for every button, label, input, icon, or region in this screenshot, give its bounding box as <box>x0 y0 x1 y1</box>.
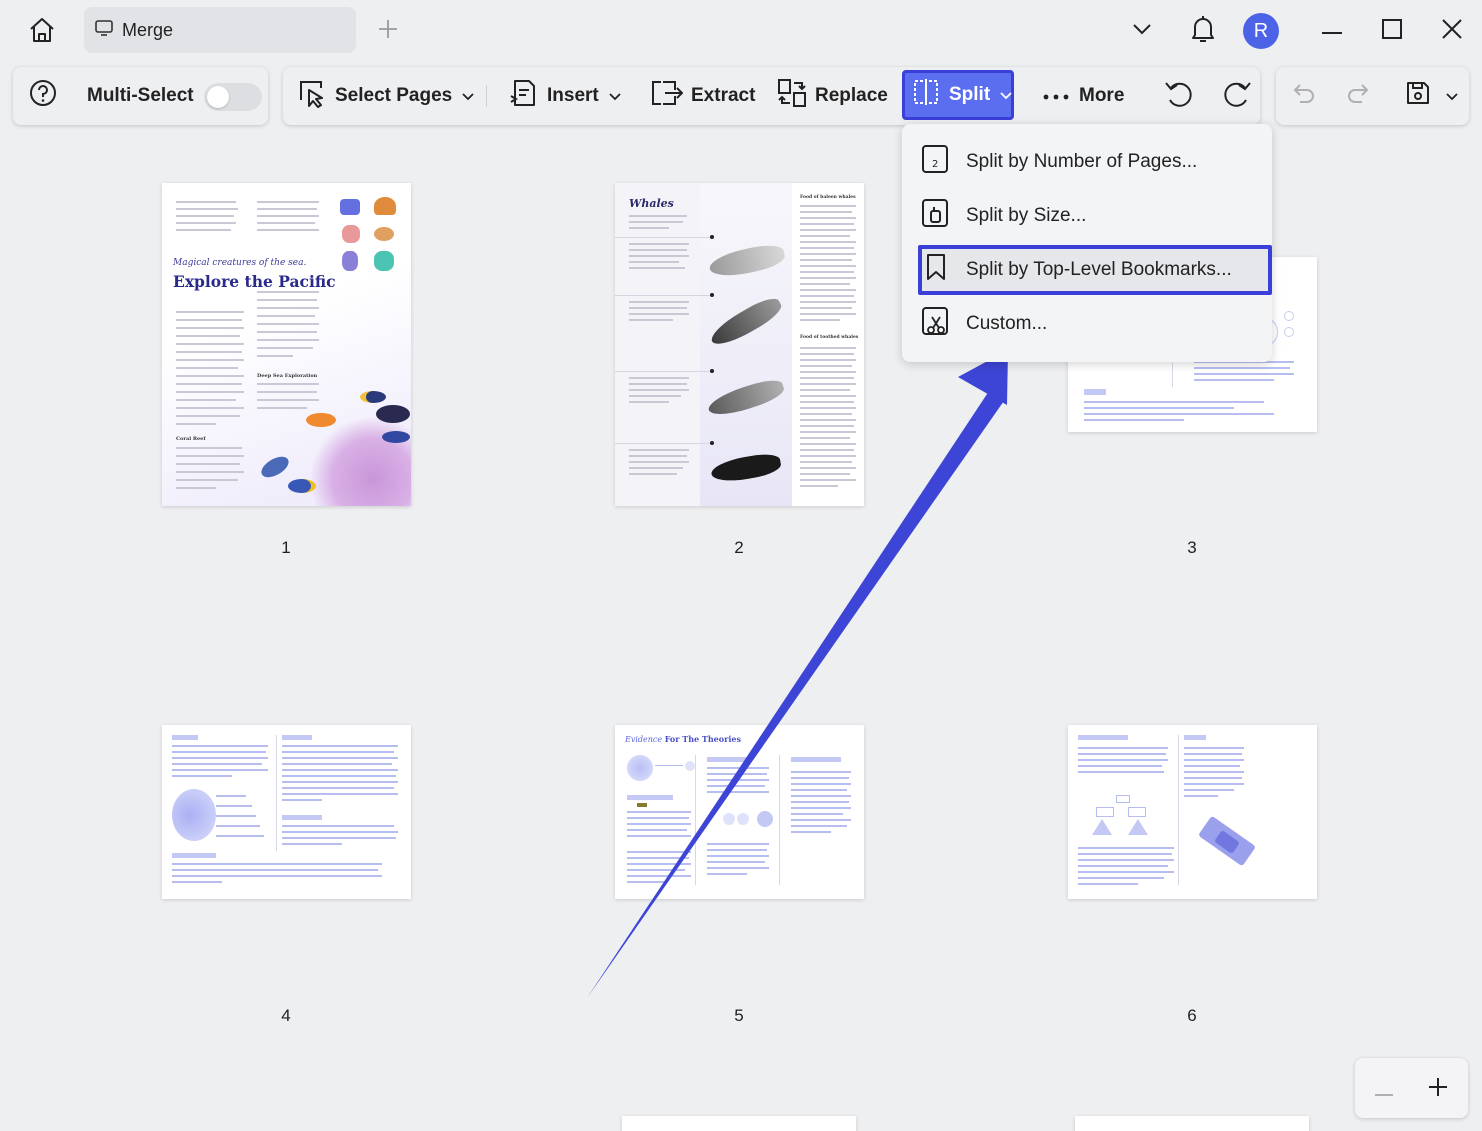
arrow-shaft <box>587 385 1006 998</box>
menu-item-label: Split by Top-Level Bookmarks... <box>966 259 1232 280</box>
zoom-controls <box>1355 1058 1468 1118</box>
minus-icon <box>1374 1071 1394 1105</box>
scissors-icon <box>920 305 950 343</box>
page-number-icon: 2 <box>920 143 950 181</box>
menu-item-label: Split by Number of Pages... <box>966 151 1198 172</box>
zoom-in-button[interactable] <box>1418 1068 1458 1108</box>
menu-item-split-by-pages[interactable]: 2 Split by Number of Pages... <box>920 137 1270 187</box>
zoom-out-button[interactable] <box>1364 1068 1404 1108</box>
menu-item-custom[interactable]: Custom... <box>920 299 1270 349</box>
split-dropdown-menu: 2 Split by Number of Pages... Split by S… <box>902 124 1272 362</box>
menu-item-label: Split by Size... <box>966 205 1087 226</box>
size-icon <box>920 197 950 235</box>
menu-item-label: Custom... <box>966 313 1048 334</box>
menu-item-split-by-size[interactable]: Split by Size... <box>920 191 1270 241</box>
svg-text:2: 2 <box>932 159 938 170</box>
bookmark-icon <box>922 252 950 288</box>
menu-item-split-by-bookmarks[interactable]: Split by Top-Level Bookmarks... <box>918 245 1272 295</box>
plus-icon <box>1428 1071 1448 1105</box>
